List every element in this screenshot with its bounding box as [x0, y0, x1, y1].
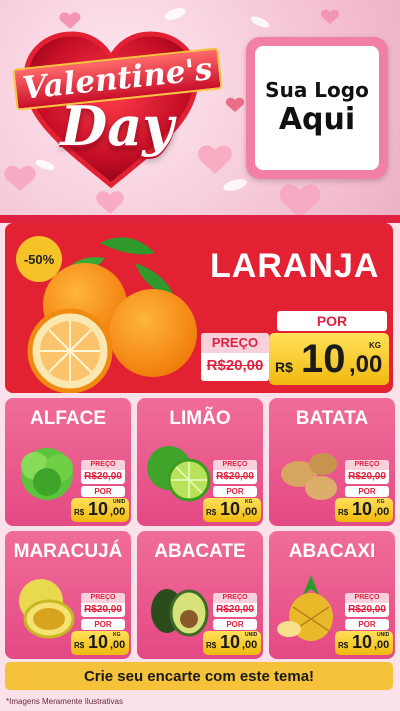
product-name: LIMÃO: [169, 408, 231, 429]
red-divider: [0, 215, 400, 223]
logo-box: Sua Logo Aqui: [255, 46, 379, 170]
unit: UNID: [113, 499, 126, 505]
unit: UNID: [245, 632, 258, 638]
hero-old-price-tag: PREÇO R$20,00: [201, 333, 269, 381]
currency: R$: [206, 508, 217, 517]
hero-price-box: R$ 10 ,00 KG: [269, 333, 389, 385]
product-card[interactable]: LIMÃO PREÇO R$20,00 POR R$ 10,00 KG: [137, 398, 263, 526]
product-card[interactable]: ABACAXI PREÇO R$20,00 POR R$ 10,00 UNID: [269, 531, 395, 659]
hero-por-label: POR: [277, 311, 387, 331]
price-int: 10: [352, 499, 373, 519]
old-price-tag: PREÇO R$20,00: [81, 460, 125, 484]
hero-product-card[interactable]: LARANJA PREÇO R$20,00 POR R$ 10 ,00 KG: [5, 223, 393, 393]
price-dec: ,00: [110, 506, 126, 518]
currency: R$: [338, 641, 349, 650]
preco-label: PREÇO: [81, 460, 125, 470]
hero-preco-label: PREÇO: [201, 333, 269, 353]
currency: R$: [206, 641, 217, 650]
por-label: POR: [81, 619, 125, 630]
price-dec: ,00: [374, 639, 390, 651]
hero-price-int: 10: [301, 337, 346, 381]
hero-unit: KG: [369, 341, 381, 350]
hero-old-price: R$20,00: [206, 357, 264, 374]
illustrative-note: *Imagens Meramente Ilustrativas: [6, 697, 123, 706]
price-box: R$ 10,00 UNID: [71, 498, 129, 522]
price-box: R$ 10,00 KG: [335, 498, 393, 522]
preco-label: PREÇO: [213, 460, 257, 470]
por-label: POR: [81, 486, 125, 497]
unit: KG: [377, 499, 385, 505]
logo-placeholder[interactable]: Sua Logo Aqui: [246, 37, 388, 179]
currency: R$: [74, 508, 85, 517]
hero-currency: R$: [275, 359, 293, 375]
product-name: ABACAXI: [288, 541, 376, 562]
old-price: R$20,00: [216, 604, 254, 615]
price-dec: ,00: [242, 639, 258, 651]
discount-badge: -50%: [16, 236, 62, 282]
old-price-tag: PREÇO R$20,00: [345, 593, 389, 617]
old-price: R$20,00: [84, 471, 122, 482]
valentines-day-title: Valentine's Day: [12, 47, 222, 156]
price-box: R$ 10,00 KG: [203, 498, 261, 522]
preco-label: PREÇO: [213, 593, 257, 603]
old-price: R$20,00: [84, 604, 122, 615]
product-name: ALFACE: [30, 408, 106, 429]
logo-text-line1: Sua Logo: [265, 78, 369, 102]
price-int: 10: [220, 499, 241, 519]
old-price-tag: PREÇO R$20,00: [81, 593, 125, 617]
price-box: R$ 10,00 UNID: [335, 631, 393, 655]
old-price-tag: PREÇO R$20,00: [213, 593, 257, 617]
preco-label: PREÇO: [81, 593, 125, 603]
product-card[interactable]: MARACUJÁ PREÇO R$20,00 POR R$ 10,00 KG: [5, 531, 131, 659]
preco-label: PREÇO: [345, 593, 389, 603]
price-dec: ,00: [110, 639, 126, 651]
unit: KG: [113, 632, 121, 638]
old-price: R$20,00: [216, 471, 254, 482]
product-name: ABACATE: [154, 541, 246, 562]
old-price-tag: PREÇO R$20,00: [213, 460, 257, 484]
product-name: MARACUJÁ: [13, 541, 123, 562]
price-int: 10: [88, 632, 109, 652]
price-box: R$ 10,00 KG: [71, 631, 129, 655]
price-dec: ,00: [242, 506, 258, 518]
currency: R$: [338, 508, 349, 517]
old-price: R$20,00: [348, 604, 386, 615]
por-label: POR: [213, 486, 257, 497]
price-dec: ,00: [374, 506, 390, 518]
old-price: R$20,00: [348, 471, 386, 482]
price-box: R$ 10,00 UNID: [203, 631, 261, 655]
unit: UNID: [377, 632, 390, 638]
product-card[interactable]: ALFACE PREÇO R$20,00 POR R$ 10,00 UNID: [5, 398, 131, 526]
price-int: 10: [352, 632, 373, 652]
por-label: POR: [345, 486, 389, 497]
old-price-tag: PREÇO R$20,00: [345, 460, 389, 484]
preco-label: PREÇO: [345, 460, 389, 470]
por-label: POR: [213, 619, 257, 630]
por-label: POR: [345, 619, 389, 630]
currency: R$: [74, 641, 85, 650]
product-card[interactable]: BATATA PREÇO R$20,00 POR R$ 10,00 KG: [269, 398, 395, 526]
hero-product-name: LARANJA: [210, 247, 380, 285]
cta-button[interactable]: Crie seu encarte com este tema!: [5, 662, 393, 690]
header-banner: Valentine's Day Sua Logo Aqui: [0, 0, 400, 215]
product-card[interactable]: ABACATE PREÇO R$20,00 POR R$ 10,00 UNID: [137, 531, 263, 659]
product-name: BATATA: [295, 408, 369, 429]
price-int: 10: [88, 499, 109, 519]
unit: KG: [245, 499, 253, 505]
hero-price-dec: ,00: [349, 351, 383, 378]
price-int: 10: [220, 632, 241, 652]
logo-text-line2: Aqui: [278, 102, 356, 137]
